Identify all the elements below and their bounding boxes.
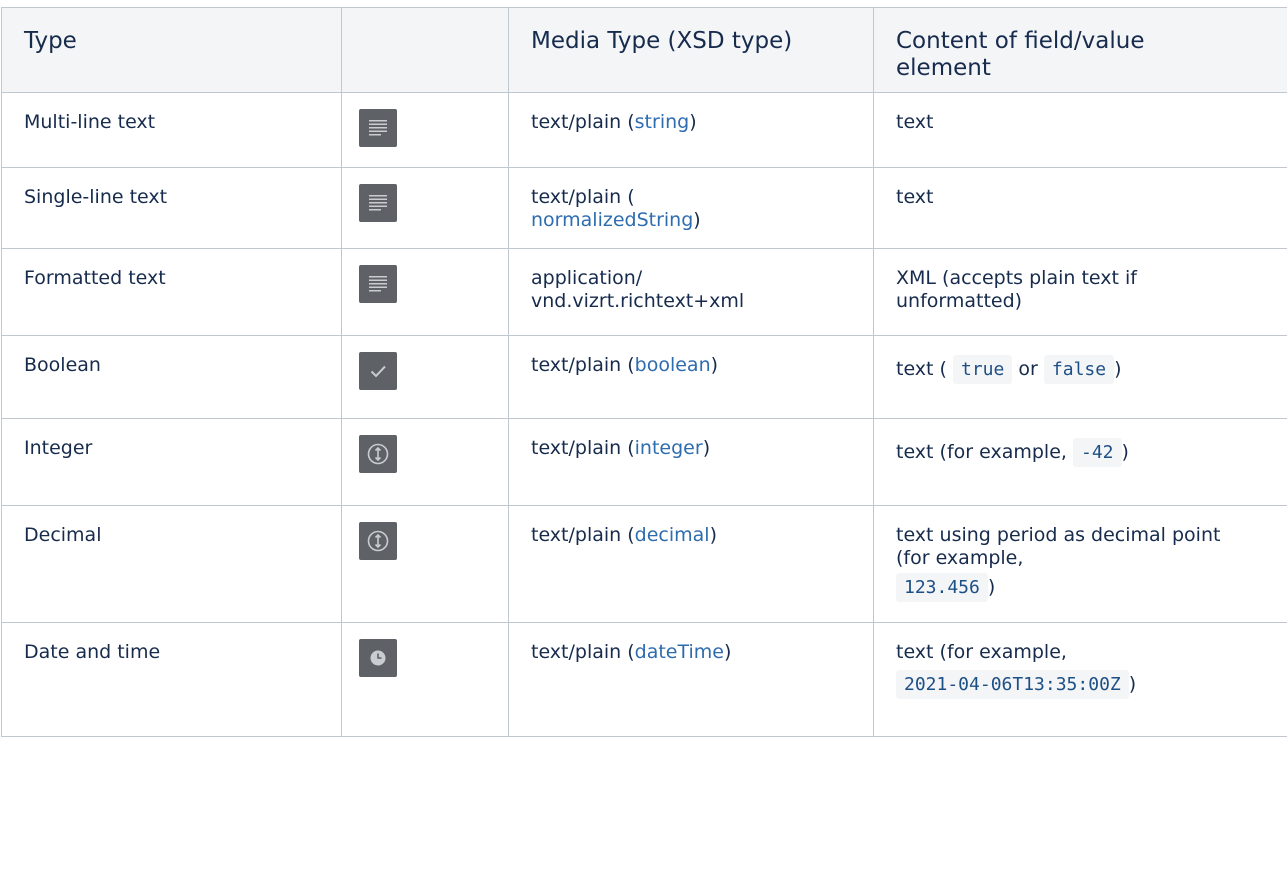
table-row: Formatted text application/ vnd.vizrt.ri… [1,248,1287,336]
xsd-type-link[interactable]: integer [635,437,703,459]
table-row: Single-line text text/plain (normalizedS… [1,167,1287,249]
code-value: 2021-04-06T13:35:00Z [896,670,1129,699]
stepper-icon [359,522,397,560]
code-value: -42 [1072,438,1122,467]
xsd-type-link[interactable]: string [635,111,690,133]
xsd-type-link[interactable]: decimal [635,524,710,546]
media-type-cell: text/plain (boolean) [508,335,874,419]
code-value: 123.456 [896,573,988,602]
type-cell: Single-line text [1,167,342,249]
type-cell: Integer [1,418,342,506]
code-value: true [953,355,1013,384]
table-row: Boolean text/plain (boolean) text ( true… [1,335,1287,419]
header-content: Content of field/value element [873,7,1287,93]
header-icon [341,7,509,93]
type-cell: Date and time [1,622,342,737]
code-value: false [1043,355,1115,384]
content-cell: text using period as decimal point (for … [873,505,1287,623]
media-type-cell: text/plain (string) [508,92,874,168]
media-type-cell: text/plain (decimal) [508,505,874,623]
text-lines-icon [359,184,397,222]
content-cell: text (for example, -42) [873,418,1287,506]
clock-icon [359,639,397,677]
type-cell: Formatted text [1,248,342,336]
text-lines-icon [359,109,397,147]
header-content-label: Content of field/value element [896,28,1145,81]
checkmark-icon [359,352,397,390]
media-type-cell: text/plain (integer) [508,418,874,506]
xsd-type-link[interactable]: normalizedString [531,209,693,231]
type-cell: Boolean [1,335,342,419]
type-cell: Decimal [1,505,342,623]
icon-cell [341,622,509,737]
text-lines-icon [359,265,397,303]
table-row: Multi-line text text/plain (string) text [1,92,1287,168]
media-type-cell: application/ vnd.vizrt.richtext+xml [508,248,874,336]
table-row: Date and time text/plain (dateTime) text… [1,622,1287,737]
header-type: Type [1,7,342,93]
media-type-cell: text/plain (normalizedString) [508,167,874,249]
icon-cell [341,92,509,168]
table-row: Integer text/plain (integer) text (for e… [1,418,1287,506]
stepper-icon [359,435,397,473]
icon-cell [341,167,509,249]
type-cell: Multi-line text [1,92,342,168]
header-media-type: Media Type (XSD type) [508,7,874,93]
xsd-type-link[interactable]: boolean [635,354,711,376]
content-cell: text ( true or false) [873,335,1287,419]
icon-cell [341,248,509,336]
field-types-table: Type Media Type (XSD type) Content of fi… [1,7,1287,737]
media-type-cell: text/plain (dateTime) [508,622,874,737]
icon-cell [341,335,509,419]
xsd-type-link[interactable]: dateTime [635,641,724,663]
content-cell: text (for example, 2021-04-06T13:35:00Z) [873,622,1287,737]
content-cell: text [873,92,1287,168]
content-cell: text [873,167,1287,249]
icon-cell [341,505,509,623]
icon-cell [341,418,509,506]
table-row: Decimal text/plain (decimal) text using … [1,505,1287,623]
header-row: Type Media Type (XSD type) Content of fi… [1,7,1287,93]
content-cell: XML (accepts plain text if unformatted) [873,248,1287,336]
